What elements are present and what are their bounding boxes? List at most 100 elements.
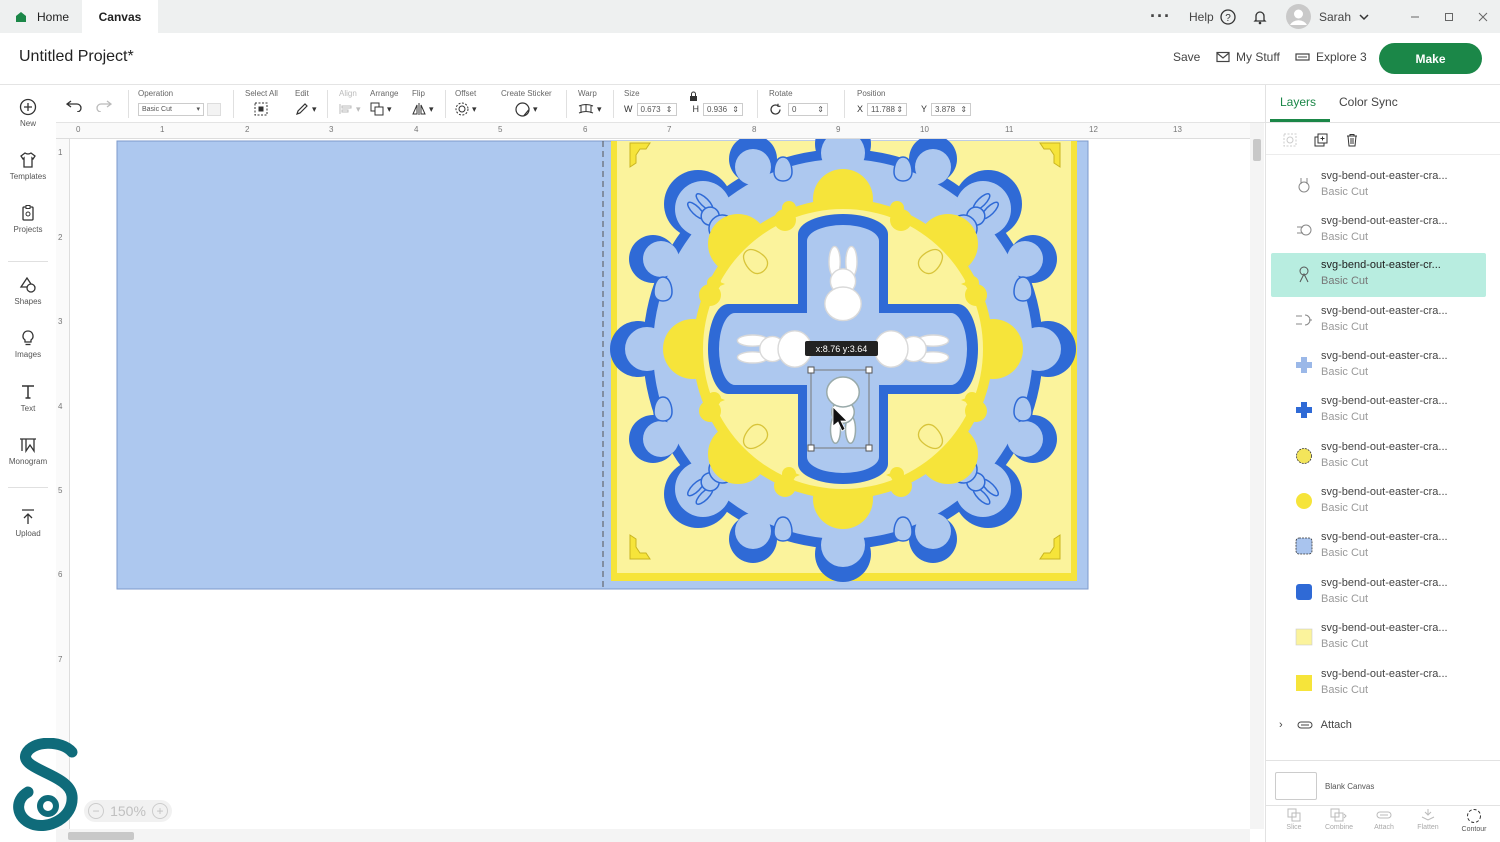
layer-name: svg-bend-out-easter-cra... — [1321, 577, 1448, 589]
user-name: Sarah — [1319, 9, 1352, 24]
trash-icon[interactable] — [1345, 133, 1359, 147]
bunny-outline-icon — [1298, 178, 1310, 193]
maximize-button[interactable] — [1444, 0, 1454, 33]
projects-tool-button[interactable]: Projects — [0, 204, 56, 234]
operation-select[interactable]: Basic Cut ▾ — [138, 102, 204, 116]
explore-button[interactable]: Explore 3 — [1295, 50, 1367, 64]
tab-canvas[interactable]: Canvas — [82, 0, 158, 33]
layer-item[interactable]: svg-bend-out-easter-cra... Basic Cut — [1271, 662, 1486, 706]
rotate-input[interactable]: 0 ⇕ — [788, 102, 828, 116]
blank-canvas-swatch[interactable] — [1275, 772, 1317, 800]
contour-button[interactable]: Contour — [1454, 808, 1494, 833]
design-artwork[interactable] — [70, 139, 1250, 829]
zoom-out-button[interactable]: − — [88, 803, 104, 819]
zoom-in-button[interactable]: + — [152, 803, 168, 819]
offset-icon — [455, 102, 469, 116]
shapes-tool-button[interactable]: Shapes — [0, 276, 56, 306]
creator-logo — [12, 737, 84, 832]
rotate-value: 0 — [792, 104, 797, 114]
width-input[interactable]: 0.673 ⇕ — [636, 102, 677, 116]
duplicate-icon[interactable] — [1314, 133, 1328, 147]
arrange-button[interactable]: Arrange ▾ — [370, 89, 406, 121]
height-value: 0.936 — [707, 104, 728, 114]
ruler-mark: 7 — [58, 655, 63, 664]
new-tool-button[interactable]: New — [0, 98, 56, 128]
group-icon[interactable] — [1283, 133, 1297, 147]
layer-operation: Basic Cut — [1321, 186, 1369, 198]
layer-item[interactable]: svg-bend-out-easter-cra... Basic Cut — [1271, 389, 1486, 433]
create-sticker-button[interactable]: Create Sticker ▾ — [501, 89, 561, 121]
design-canvas[interactable]: x:8.76 y:3.64 — [70, 139, 1250, 829]
easter-mandala[interactable] — [610, 139, 1076, 582]
operation-value: Basic Cut — [142, 105, 172, 113]
tab-home[interactable]: Home — [0, 0, 82, 33]
attach-group-row[interactable]: › Attach — [1279, 719, 1352, 731]
tab-color-sync[interactable]: Color Sync — [1339, 95, 1398, 109]
layer-item-selected[interactable]: svg-bend-out-easter-cr... Basic Cut — [1271, 253, 1486, 297]
text-tool-button[interactable]: Text — [0, 383, 56, 413]
tab-layers[interactable]: Layers — [1280, 95, 1316, 109]
slice-button[interactable]: Slice — [1274, 808, 1314, 831]
attach-button[interactable]: Attach — [1364, 808, 1404, 831]
vertical-scrollbar[interactable] — [1250, 123, 1264, 829]
close-button[interactable] — [1478, 0, 1488, 33]
warp-button[interactable]: Warp ▾ — [578, 89, 608, 121]
flatten-button[interactable]: Flatten — [1408, 808, 1448, 831]
offset-button[interactable]: Offset ▾ — [455, 89, 487, 121]
attach-icon — [1376, 811, 1392, 819]
lock-icon[interactable] — [689, 91, 698, 102]
help-button[interactable]: Help ? — [1189, 0, 1236, 33]
edit-button[interactable]: Edit ▾ — [295, 89, 329, 121]
slice-label: Slice — [1286, 824, 1302, 831]
blank-canvas-label: Blank Canvas — [1325, 782, 1375, 791]
flip-button[interactable]: Flip ▾ — [412, 89, 440, 121]
position-x-input[interactable]: 11.788 ⇕ — [867, 102, 908, 116]
operation-color-swatch[interactable] — [207, 102, 221, 116]
attach-group-label: Attach — [1320, 719, 1352, 731]
combine-button[interactable]: Combine — [1319, 808, 1359, 831]
layer-item[interactable]: svg-bend-out-easter-cra... Basic Cut — [1271, 164, 1486, 208]
position-y-input[interactable]: 3.878 ⇕ — [931, 102, 972, 116]
upload-icon — [22, 509, 34, 524]
rotate-label: Rotate — [769, 89, 793, 98]
bunny-outline-icon — [1297, 224, 1312, 236]
images-tool-button[interactable]: Images — [0, 329, 56, 359]
layer-item[interactable]: svg-bend-out-easter-cra... Basic Cut — [1271, 299, 1486, 343]
undo-button[interactable] — [65, 89, 90, 121]
edit-toolbar: Operation Basic Cut ▾ Select All Edit ▾ A… — [56, 85, 1265, 123]
scrollbar-thumb[interactable] — [68, 832, 134, 840]
save-button[interactable]: Save — [1173, 50, 1200, 64]
my-stuff-button[interactable]: My Stuff — [1216, 50, 1280, 64]
chevron-right-icon[interactable]: › — [1279, 719, 1283, 731]
layer-operation: Basic Cut — [1321, 638, 1369, 650]
save-label: Save — [1173, 50, 1201, 64]
horizontal-scrollbar[interactable] — [56, 829, 1250, 842]
layer-item[interactable]: svg-bend-out-easter-cra... Basic Cut — [1271, 435, 1486, 479]
layer-item[interactable]: svg-bend-out-easter-cra... Basic Cut — [1271, 525, 1486, 569]
flower-shape-icon — [1296, 448, 1312, 464]
layer-item[interactable]: svg-bend-out-easter-cra... Basic Cut — [1271, 571, 1486, 615]
layer-item[interactable]: svg-bend-out-easter-cra... Basic Cut — [1271, 480, 1486, 524]
redo-button[interactable] — [96, 89, 120, 121]
notification-bell-icon[interactable] — [1252, 0, 1268, 33]
scrollbar-thumb[interactable] — [1253, 139, 1261, 161]
templates-tool-button[interactable]: Templates — [0, 151, 56, 181]
layer-item[interactable]: svg-bend-out-easter-cra... Basic Cut — [1271, 209, 1486, 253]
pencil-icon — [296, 103, 308, 115]
layer-name: svg-bend-out-easter-cra... — [1321, 668, 1448, 680]
rotate-icon — [770, 103, 781, 115]
layer-name: svg-bend-out-easter-cra... — [1321, 350, 1448, 362]
user-menu[interactable]: Sarah — [1286, 0, 1369, 33]
upload-tool-button[interactable]: Upload — [0, 508, 56, 538]
layer-item[interactable]: svg-bend-out-easter-cra... Basic Cut — [1271, 616, 1486, 660]
layer-item[interactable]: svg-bend-out-easter-cra... Basic Cut — [1271, 344, 1486, 388]
align-button[interactable]: Align ▾ — [339, 89, 367, 121]
select-all-button[interactable]: Select All — [245, 89, 285, 121]
edit-label: Edit — [295, 89, 309, 98]
flatten-icon — [1421, 809, 1435, 821]
more-options-icon[interactable]: ··· — [1150, 0, 1171, 33]
make-button[interactable]: Make — [1379, 43, 1482, 74]
minimize-button[interactable] — [1410, 0, 1420, 33]
monogram-tool-button[interactable]: Monogram — [0, 436, 56, 466]
height-input[interactable]: 0.936 ⇕ — [703, 102, 743, 116]
